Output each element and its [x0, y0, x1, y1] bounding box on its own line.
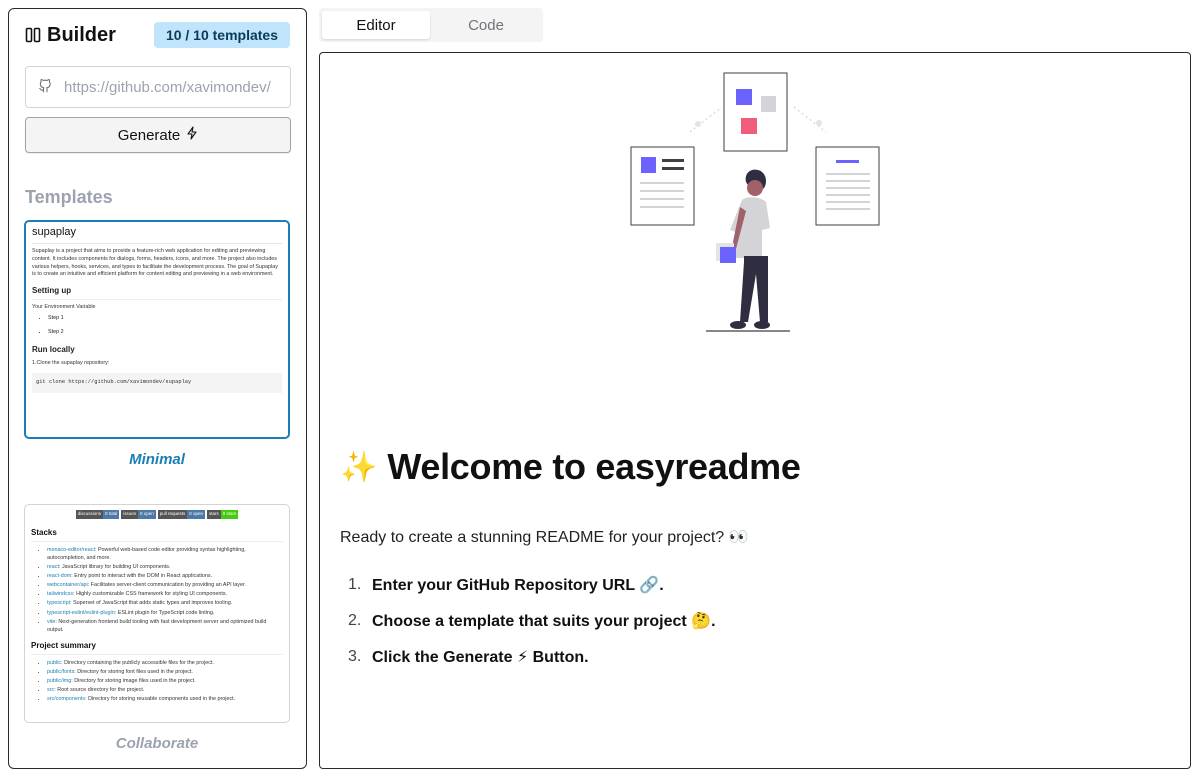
page-title: Welcome to easyreadme: [387, 446, 801, 487]
list-item: public/fonts: Directory for storing font…: [47, 668, 283, 676]
preview-code-block: git clone https://github.com/xavimondev/…: [32, 372, 282, 393]
shield-badge: stars 0 stars: [207, 510, 239, 519]
steps-list: 1. Enter your GitHub Repository URL 🔗. 2…: [340, 567, 716, 675]
list-item: vite: Next-generation frontend build too…: [47, 618, 283, 634]
preview-stacks-heading: Stacks: [31, 527, 283, 542]
preview-title: supaplay: [32, 225, 282, 244]
lightning-icon: [186, 126, 198, 144]
preview-shields: discussions 0 total issues 0 open pull req…: [31, 510, 283, 519]
list-item: 1. Enter your GitHub Repository URL 🔗.: [340, 567, 716, 603]
shield-badge: pull requests 0 open: [157, 510, 206, 519]
template-card-minimal[interactable]: supaplay Supaplay is a project that aims…: [24, 220, 290, 439]
template-preview: discussions 0 total issues 0 open pull req…: [25, 505, 289, 707]
shield-badge: discussions 0 total: [75, 510, 120, 519]
preview-setup-heading: Setting up: [32, 285, 282, 300]
step-number: 3.: [348, 648, 362, 665]
step-number: 2.: [348, 612, 362, 629]
preview-run-heading: Run locally: [32, 345, 75, 355]
intro-text: Ready to create a stunning README for yo…: [340, 529, 749, 546]
list-item: src: Root source directory for the proje…: [47, 686, 283, 694]
preview-description: Supaplay is a project that aims to provi…: [32, 247, 278, 278]
list-item: webcontainer/api: Facilitates server-cli…: [47, 581, 283, 589]
list-item: src/components: Directory for storing re…: [47, 695, 283, 703]
preview-stacks-list: monaco-editor/react: Powerful web-based …: [31, 546, 283, 634]
preview-summary-list: public: Directory containing the publicl…: [31, 659, 283, 704]
step-text: Choose a template that suits your projec…: [372, 613, 716, 630]
preview-env-heading: Your Environment Variable: [32, 303, 96, 310]
list-item: tailwindcss: Highly customizable CSS fra…: [47, 590, 283, 598]
shield-badge: issues 0 open: [121, 510, 156, 519]
list-item: 3. Click the Generate ⚡ Button.: [340, 639, 716, 675]
preview-summary-heading: Project summary: [31, 640, 283, 655]
list-item: typescript-eslint/eslint-plugin: ESLint …: [47, 609, 283, 617]
template-name-minimal[interactable]: Minimal: [24, 451, 290, 468]
step-text: Click the Generate ⚡ Button.: [372, 649, 589, 666]
step-number: 1.: [348, 576, 362, 593]
preview-clone-text: 1.Clone the supaplay repository:: [32, 359, 110, 366]
template-preview: supaplay Supaplay is a project that aims…: [26, 222, 288, 396]
welcome-illustration: [626, 67, 886, 337]
step-text: Enter your GitHub Repository URL 🔗.: [372, 577, 664, 594]
repo-url-field[interactable]: [25, 66, 291, 108]
tab-code[interactable]: Code: [432, 11, 540, 39]
list-item: public: Directory containing the publicl…: [47, 659, 283, 667]
view-tabs: Editor Code: [319, 8, 543, 42]
generate-button[interactable]: Generate: [25, 117, 291, 153]
github-icon: [38, 77, 54, 98]
list-item: react-dom: Entry point to interact with …: [47, 572, 283, 580]
preview-env-list: Step 1 Step 2: [32, 315, 282, 337]
app-title: Builder: [47, 23, 116, 46]
sidebar-header: Builder 10 / 10 templates: [25, 21, 290, 49]
template-card-collaborate[interactable]: discussions 0 total issues 0 open pull req…: [24, 504, 290, 723]
list-item: 2. Choose a template that suits your pro…: [340, 603, 716, 639]
list-item: Step 2: [48, 329, 282, 337]
template-count-badge: 10 / 10 templates: [153, 22, 290, 48]
list-item: Step 1: [48, 315, 282, 323]
sparkles-icon: ✨: [340, 450, 378, 484]
list-item: monaco-editor/react: Powerful web-based …: [47, 546, 283, 562]
list-item: react: JavaScript library for building U…: [47, 563, 283, 571]
list-item: public/img: Directory for storing image …: [47, 677, 283, 685]
template-name-collaborate[interactable]: Collaborate: [24, 735, 290, 752]
repo-url-input[interactable]: [64, 78, 284, 96]
list-item: typescript: Superset of JavaScript that …: [47, 599, 283, 607]
templates-heading: Templates: [25, 187, 113, 207]
editor-panel: ✨ Welcome to easyreadme Ready to create …: [319, 52, 1191, 769]
welcome-heading: ✨ Welcome to easyreadme: [340, 446, 801, 488]
columns-icon: [25, 27, 41, 43]
tab-editor[interactable]: Editor: [322, 11, 430, 39]
generate-label: Generate: [117, 126, 181, 144]
brand: Builder: [25, 24, 116, 47]
